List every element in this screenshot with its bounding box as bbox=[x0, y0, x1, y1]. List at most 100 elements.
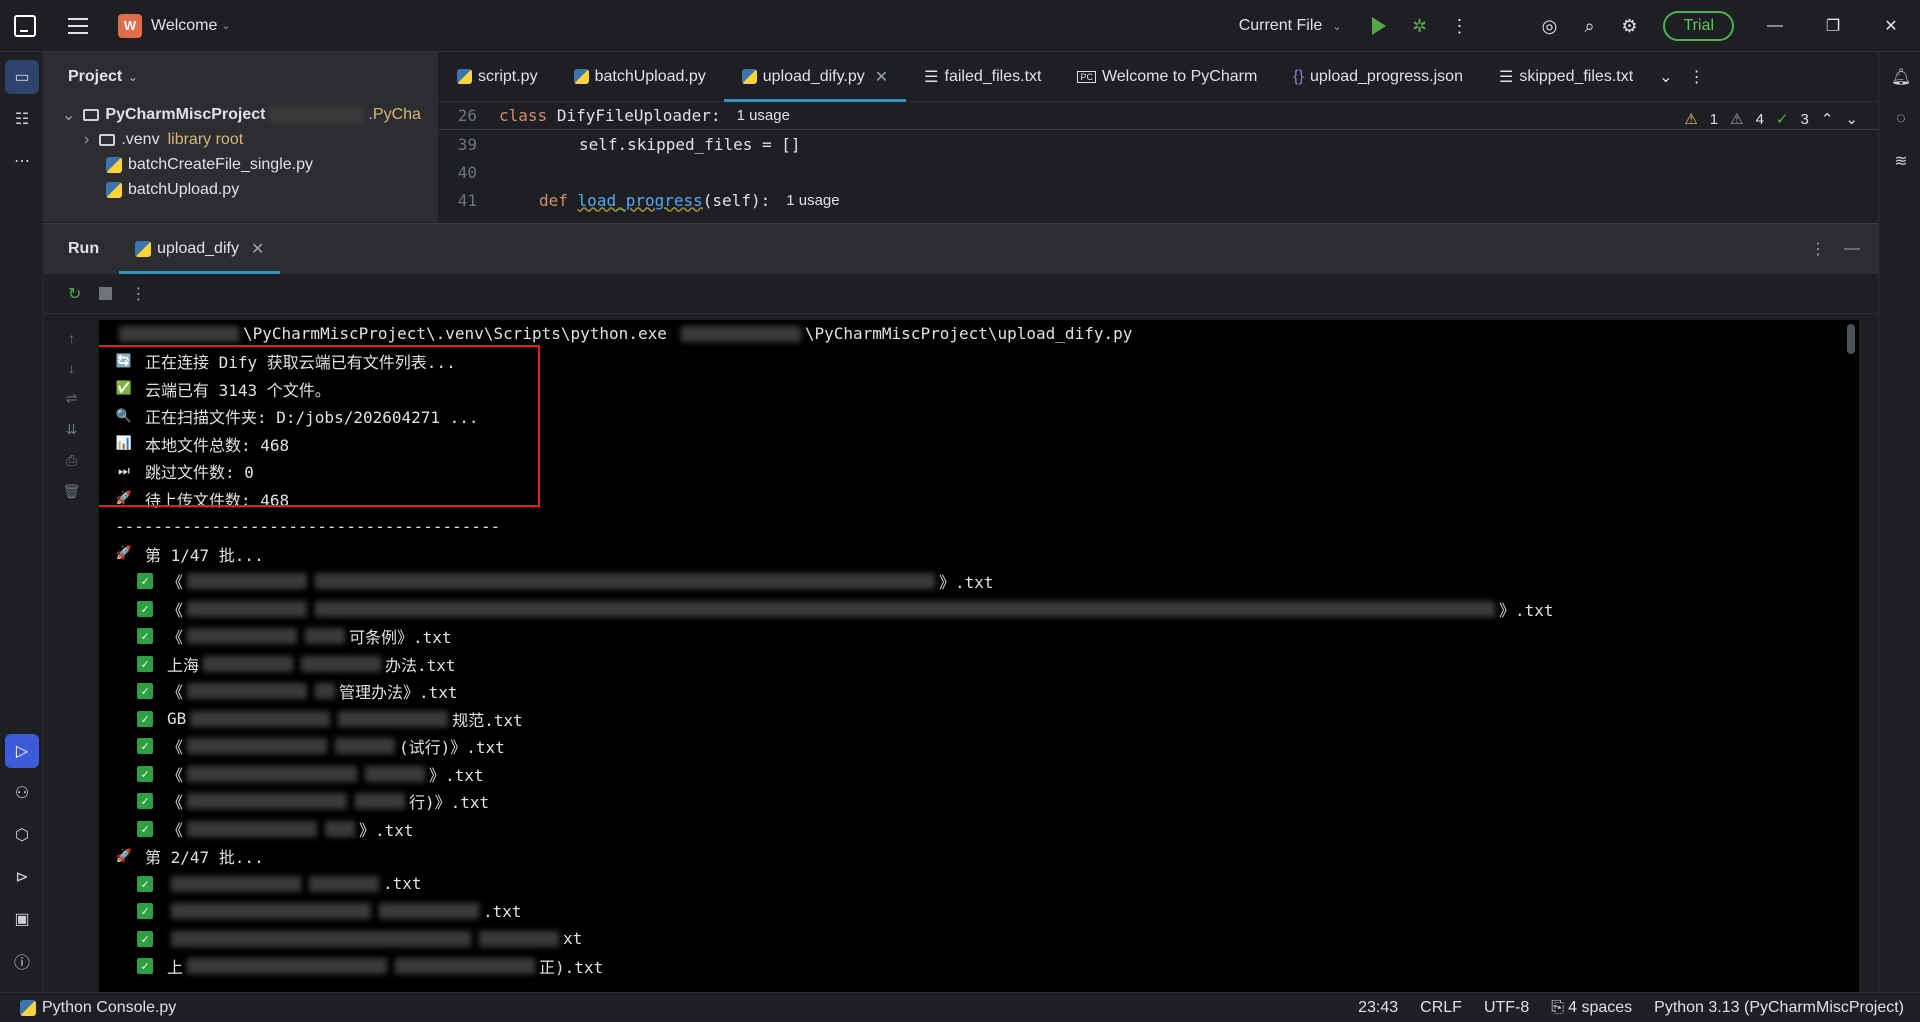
right-tool-strip: 🔔︎ ◌ ≋ bbox=[1878, 52, 1920, 992]
usage-hint[interactable]: 1 usage bbox=[737, 107, 790, 124]
settings-gear-icon[interactable]: ⚙ bbox=[1609, 6, 1649, 46]
main-menu-icon[interactable] bbox=[68, 17, 88, 34]
problems-icon[interactable]: ⓘ bbox=[5, 944, 39, 978]
more-icon[interactable]: ⋮ bbox=[130, 284, 146, 304]
terminal-icon[interactable]: ▣ bbox=[5, 902, 39, 936]
tab-upload-dify[interactable]: upload_dify.py ✕ bbox=[723, 52, 907, 102]
chevron-up-icon[interactable]: ⌃ bbox=[1821, 110, 1834, 128]
project-panel-header[interactable]: Project ⌄ bbox=[44, 52, 438, 102]
chevron-right-icon[interactable]: › bbox=[84, 131, 89, 149]
hide-panel-icon[interactable]: — bbox=[1844, 240, 1860, 258]
more-actions-icon[interactable]: ⋮ bbox=[1439, 6, 1479, 46]
close-tab-icon[interactable]: ✕ bbox=[251, 239, 264, 259]
code-args: (self): bbox=[702, 190, 771, 210]
line-separator[interactable]: CRLF bbox=[1420, 999, 1462, 1017]
code-line[interactable]: 41 def load_progress (self): 1 usage bbox=[439, 186, 1878, 214]
python-console-icon[interactable]: ⊳ bbox=[5, 860, 39, 894]
database-icon[interactable]: ≋ bbox=[1884, 144, 1918, 178]
project-name[interactable]: Welcome bbox=[151, 17, 217, 35]
scroll-down-icon[interactable]: ↓ bbox=[68, 360, 75, 376]
console-file-line: ✓ 《 可条例》.txt bbox=[99, 623, 1859, 651]
interpreter-selector[interactable]: Python 3.13 (PyCharmMiscProject) bbox=[1654, 999, 1904, 1017]
redacted-text bbox=[187, 820, 318, 837]
project-badge[interactable]: W bbox=[118, 13, 142, 38]
close-tab-icon[interactable]: ✕ bbox=[875, 67, 888, 87]
scroll-to-end-icon[interactable]: ⇊ bbox=[66, 421, 78, 438]
ai-assistant-icon[interactable]: ◎ bbox=[1529, 6, 1569, 46]
weak-warning-count: 4 bbox=[1755, 110, 1764, 128]
run-tool-icon[interactable]: ▷ bbox=[5, 734, 39, 768]
notifications-bell-icon[interactable]: 🔔︎ bbox=[1884, 60, 1918, 94]
chevron-down-icon[interactable]: ⌄ bbox=[128, 71, 137, 84]
stop-icon[interactable] bbox=[99, 287, 113, 300]
usage-hint[interactable]: 1 usage bbox=[786, 192, 839, 209]
tab-failed-files[interactable]: ☰ failed_files.txt bbox=[906, 52, 1059, 102]
tree-item-venv[interactable]: › .venv library root bbox=[44, 127, 438, 152]
chevron-down-icon[interactable]: ⌄ bbox=[1845, 110, 1858, 128]
run-config-selector[interactable]: Current File bbox=[1239, 17, 1323, 35]
project-panel-title: Project bbox=[68, 68, 123, 85]
chevron-down-icon[interactable]: ⌄ bbox=[221, 19, 230, 32]
redacted-text bbox=[309, 875, 379, 892]
tab-batchupload[interactable]: batchUpload.py bbox=[556, 52, 724, 102]
run-button[interactable] bbox=[1359, 6, 1399, 46]
close-icon[interactable]: ✕ bbox=[1862, 0, 1920, 52]
chevron-down-icon[interactable]: ⌄ bbox=[62, 105, 75, 125]
run-options-icon[interactable]: ⋮ bbox=[1810, 239, 1826, 259]
redacted-text bbox=[187, 683, 308, 700]
tab-welcome[interactable]: PC Welcome to PyCharm bbox=[1059, 52, 1275, 102]
code-line[interactable]: 26 class DifyFileUploader: 1 usage bbox=[439, 102, 1878, 130]
structure-icon[interactable]: ☷ bbox=[5, 102, 39, 136]
tree-item-file[interactable]: batchUpload.py bbox=[44, 177, 438, 202]
soft-wrap-icon[interactable]: ⇌ bbox=[66, 390, 78, 407]
code-line[interactable]: 39 self.skipped_files = [] bbox=[439, 130, 1878, 158]
tabs-more-icon[interactable]: ⋮ bbox=[1681, 52, 1713, 102]
cursor-position[interactable]: 23:43 bbox=[1358, 999, 1398, 1017]
debug-button[interactable]: ✲ bbox=[1399, 6, 1439, 46]
more-tools-icon[interactable]: ⋯ bbox=[5, 144, 39, 178]
project-folder-icon[interactable]: ▭ bbox=[5, 60, 39, 94]
indent-setting[interactable]: ⎘ 4 spaces bbox=[1551, 999, 1632, 1017]
check-icon: ✓ bbox=[137, 875, 153, 892]
pycharm-logo-icon[interactable] bbox=[14, 14, 36, 37]
tree-item-label: batchCreateFile_single.py bbox=[128, 155, 313, 173]
file-encoding[interactable]: UTF-8 bbox=[1484, 999, 1529, 1017]
tab-label: Welcome to PyCharm bbox=[1101, 67, 1258, 85]
run-tab-upload-dify[interactable]: upload_dify ✕ bbox=[119, 224, 281, 274]
minimize-icon[interactable]: — bbox=[1746, 0, 1804, 52]
rocket-icon: 🚀 bbox=[115, 848, 133, 864]
code-line[interactable]: 40 bbox=[439, 158, 1878, 186]
python-file-icon bbox=[457, 69, 472, 84]
folder-icon bbox=[83, 108, 100, 121]
console-output[interactable]: \PyCharmMiscProject\.venv\Scripts\python… bbox=[99, 320, 1859, 993]
warning-icon: ⚠ bbox=[1684, 111, 1698, 128]
tree-root[interactable]: ⌄ PyCharmMiscProject .PyCha bbox=[44, 102, 438, 127]
trash-icon[interactable]: 🗑︎ bbox=[63, 483, 81, 500]
code-keyword: def bbox=[539, 190, 568, 210]
tab-script[interactable]: script.py bbox=[439, 52, 556, 102]
rerun-icon[interactable]: ↻ bbox=[68, 284, 81, 304]
inspection-widget[interactable]: ⚠ 1 ⚠ 4 ✓ 3 ⌃ ⌄ bbox=[1684, 110, 1858, 129]
file-name-suffix: 》.txt bbox=[939, 573, 994, 593]
chevron-down-icon[interactable]: ⌄ bbox=[1332, 20, 1341, 33]
services-icon[interactable]: ⬡ bbox=[5, 818, 39, 852]
tab-skipped-files[interactable]: ☰ skipped_files.txt bbox=[1481, 52, 1651, 102]
ai-chat-icon[interactable]: ◌ bbox=[1884, 102, 1918, 136]
redacted-text bbox=[203, 655, 294, 672]
restore-icon[interactable]: ❐ bbox=[1804, 0, 1862, 52]
trial-button[interactable]: Trial bbox=[1663, 11, 1734, 41]
json-file-icon: {} bbox=[1293, 67, 1304, 85]
tabs-overflow-icon[interactable]: ⌄ bbox=[1651, 52, 1680, 102]
status-breadcrumb[interactable]: Python Console.py bbox=[42, 999, 176, 1017]
tree-item-file[interactable]: batchCreateFile_single.py bbox=[44, 152, 438, 177]
python-packages-icon[interactable]: ⚇ bbox=[5, 776, 39, 810]
tab-upload-progress[interactable]: {} upload_progress.json bbox=[1275, 52, 1481, 102]
scroll-up-icon[interactable]: ↑ bbox=[68, 330, 75, 346]
search-icon[interactable]: ⌕ bbox=[1569, 6, 1609, 46]
redacted-text bbox=[315, 573, 936, 590]
console-scrollbar[interactable] bbox=[1847, 324, 1855, 354]
tab-label: skipped_files.txt bbox=[1519, 67, 1634, 85]
redacted-text bbox=[305, 628, 346, 645]
tab-label: upload_progress.json bbox=[1309, 67, 1463, 85]
print-icon[interactable]: ⎙ bbox=[66, 452, 77, 469]
